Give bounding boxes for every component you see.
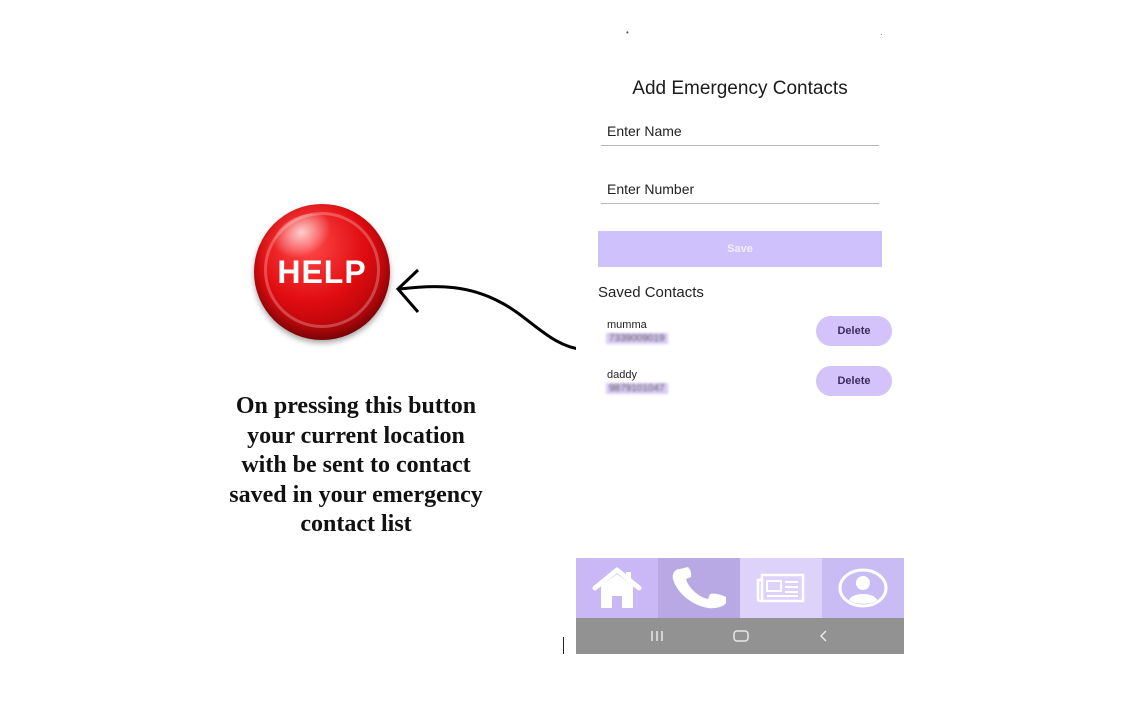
- status-bar-dot: ·: [880, 30, 883, 39]
- contact-name: mumma: [607, 319, 647, 331]
- contact-number: 7339009019: [606, 333, 668, 344]
- tab-phone[interactable]: [658, 558, 740, 618]
- caption-line: contact list: [300, 511, 412, 537]
- curved-arrow: [395, 268, 586, 352]
- tab-news[interactable]: [740, 558, 822, 618]
- profile-icon: [838, 568, 888, 608]
- tab-home[interactable]: [576, 558, 658, 618]
- back-icon[interactable]: [817, 629, 831, 643]
- bottom-tab-bar: [576, 558, 904, 618]
- help-button[interactable]: HELP: [254, 204, 390, 340]
- system-nav-bar: [576, 618, 904, 654]
- text-caret: [563, 637, 564, 654]
- help-button-label: HELP: [277, 253, 367, 290]
- contact-item: mumma 7339009019 Delete: [606, 316, 892, 351]
- contact-number: 9879101047: [606, 383, 668, 394]
- caption-line: with be sent to contact: [241, 452, 471, 478]
- delete-button[interactable]: Delete: [816, 366, 892, 396]
- status-bar-dot: •: [626, 28, 629, 37]
- contact-item: daddy 9879101047 Delete: [606, 366, 892, 401]
- saved-contacts-heading: Saved Contacts: [598, 284, 704, 301]
- help-caption: On pressing this button your current loc…: [196, 392, 516, 540]
- home-icon: [592, 567, 642, 608]
- name-input[interactable]: [601, 123, 883, 139]
- save-button[interactable]: Save: [598, 231, 882, 267]
- number-input[interactable]: [601, 181, 883, 197]
- newspaper-icon: [756, 573, 805, 603]
- caption-line: your current location: [247, 422, 465, 449]
- recent-apps-icon[interactable]: [649, 629, 665, 643]
- number-field: [601, 175, 883, 204]
- delete-button[interactable]: Delete: [816, 316, 892, 346]
- name-field: [601, 117, 883, 146]
- phone-screen: • · Add Emergency Contacts Save Saved Co…: [576, 18, 904, 654]
- page-title: Add Emergency Contacts: [632, 78, 848, 99]
- home-nav-icon[interactable]: [732, 629, 750, 643]
- caption-line: saved in your emergency: [229, 481, 483, 508]
- phone-icon: [672, 567, 726, 609]
- caption-line: On pressing this button: [235, 393, 477, 419]
- contact-name: daddy: [607, 369, 637, 381]
- tab-profile[interactable]: [822, 558, 904, 618]
